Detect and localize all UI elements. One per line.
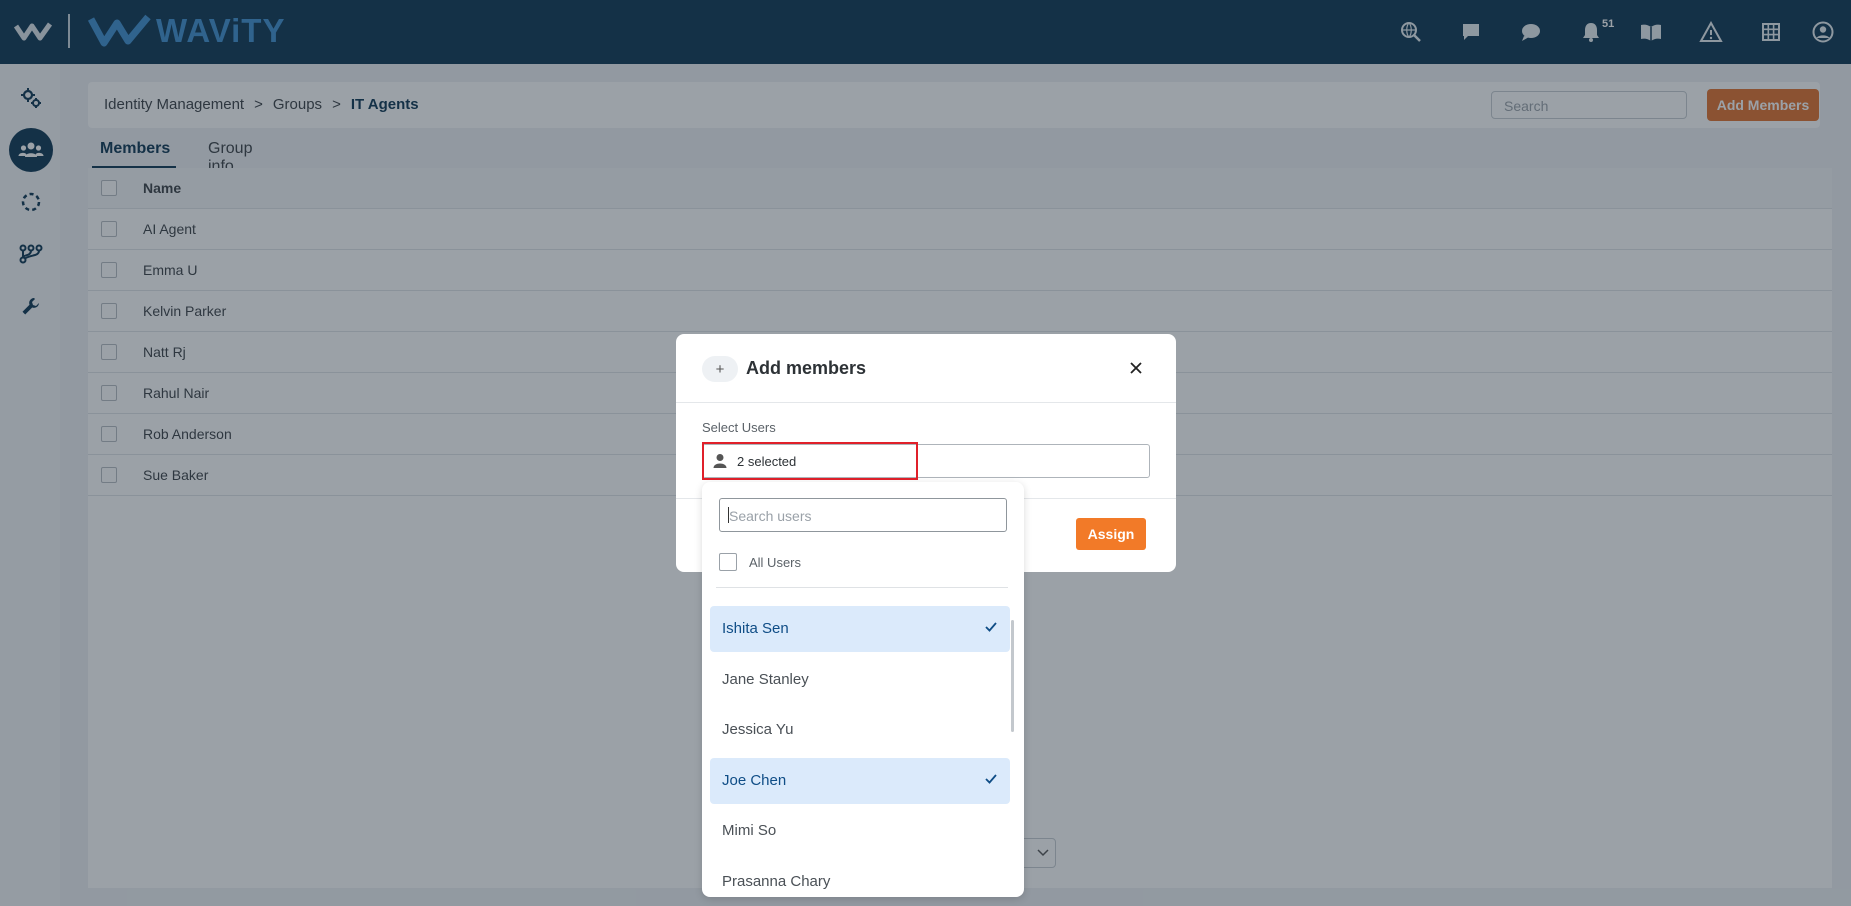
option-label: Joe Chen <box>722 772 787 789</box>
search-users-input[interactable]: Search users <box>719 498 1007 532</box>
selection-highlight-box <box>702 442 918 480</box>
option-label: Jane Stanley <box>722 671 809 688</box>
plus-icon: + <box>702 356 738 382</box>
select-users-label: Select Users <box>702 420 776 435</box>
user-option-ishita-sen[interactable]: Ishita Sen <box>710 606 1010 652</box>
option-label: Mimi So <box>722 822 777 839</box>
user-option-jane-stanley[interactable]: Jane Stanley <box>710 657 1010 703</box>
dialog-header: + Add members <box>676 334 1176 403</box>
dropdown-scrollbar[interactable] <box>1011 620 1014 732</box>
user-option-mimi-so[interactable]: Mimi So <box>710 808 1010 854</box>
all-users-label: All Users <box>749 554 802 570</box>
user-option-jessica-yu[interactable]: Jessica Yu <box>710 707 1010 753</box>
check-icon <box>985 774 997 784</box>
assign-button[interactable]: Assign <box>1076 518 1146 550</box>
option-label: Ishita Sen <box>722 620 789 637</box>
dialog-title: Add members <box>746 358 867 378</box>
user-option-prasanna-chary[interactable]: Prasanna Chary <box>710 859 1010 897</box>
all-users-checkbox[interactable] <box>719 553 737 571</box>
option-label: Jessica Yu <box>722 721 794 738</box>
option-label: Prasanna Chary <box>722 873 831 890</box>
close-button[interactable] <box>1124 356 1148 380</box>
user-option-joe-chen[interactable]: Joe Chen <box>710 758 1010 804</box>
close-icon <box>1130 362 1142 374</box>
text-cursor <box>728 507 729 523</box>
all-users-option[interactable]: All Users <box>719 552 801 572</box>
check-icon <box>985 622 997 632</box>
dropdown-divider <box>716 587 1008 588</box>
users-dropdown: Search users All Users Ishita Sen Jane S… <box>702 482 1024 897</box>
